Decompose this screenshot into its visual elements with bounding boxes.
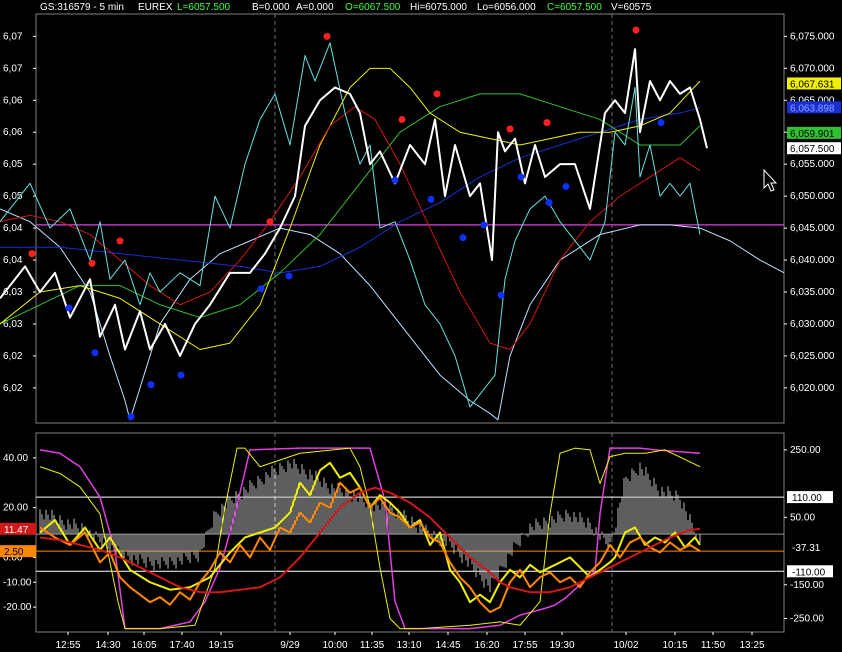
price-tick-label-left: 6,03: [3, 287, 23, 298]
time-tick-label: 10:00: [322, 640, 347, 651]
osc-tick-label-right: -150.00: [790, 580, 824, 591]
buy-signal-dot: [147, 381, 155, 389]
buy-signal-dot: [459, 234, 467, 242]
time-tick-label: 10/02: [613, 640, 638, 651]
osc-value-box-label: 11.47: [4, 525, 29, 536]
price-tick-label-left: 6,02: [3, 383, 23, 394]
oscillator-panel[interactable]: 40.0020.000.00-10.00-20.00250.0050.00-15…: [0, 432, 834, 633]
buy-signal-dot: [657, 119, 665, 127]
osc-value-box-label: 2.50: [4, 547, 24, 558]
buy-signal-dot: [65, 304, 73, 312]
sell-signal-dot: [266, 218, 274, 226]
buy-signal-dot: [427, 195, 435, 203]
price-series-red-ma: [0, 106, 701, 351]
buy-signal-dot: [545, 199, 553, 207]
osc-tick-label-left: -20.00: [3, 602, 32, 613]
time-tick-label: 9/29: [280, 640, 300, 651]
mouse-cursor-icon: [763, 168, 778, 192]
osc-tick-label-right: 50.00: [790, 512, 815, 523]
price-tick-label-left: 6,07: [3, 63, 23, 74]
sell-signal-dot: [398, 115, 406, 123]
sell-signal-dot: [543, 119, 551, 127]
price-tick-label-right: 6,035.000: [790, 287, 835, 298]
time-tick-label: 16:05: [131, 640, 156, 651]
sell-signal-dot: [632, 26, 640, 34]
time-tick-label: 17:55: [512, 640, 537, 651]
price-tick-label-right: 6,020.000: [790, 383, 835, 394]
time-tick-label: 11:50: [701, 640, 726, 651]
price-tick-label-left: 6,05: [3, 159, 23, 170]
price-panel[interactable]: 6,07 6,075.0006,07 6,070.0006,06 6,065.0006…: [0, 13, 841, 424]
time-axis: 12:55 14:30 16:05 17:40 19:15 9/29 10:00 11:35 1…: [55, 632, 765, 651]
price-box-label: 6,057.500: [790, 144, 835, 155]
osc-series-osc-yellow-thin: [39, 447, 701, 630]
sell-signal-dot: [28, 250, 36, 258]
price-tick-label-right: 6,070.000: [790, 63, 835, 74]
buy-signal-dot: [562, 183, 570, 191]
buy-signal-dot: [517, 173, 525, 181]
time-tick-label: 16:20: [474, 640, 499, 651]
osc-series-osc-magenta: [39, 447, 701, 630]
price-tick-label-left: 6,02: [3, 351, 23, 362]
price-tick-label-left: 6,04: [3, 223, 23, 234]
price-box-label: 6,059.901: [790, 129, 835, 140]
price-tick-label-right: 6,030.000: [790, 319, 835, 330]
price-box-label: 6,067.631: [790, 79, 835, 90]
time-tick-label: 17:40: [169, 640, 194, 651]
price-tick-label-right: 6,050.000: [790, 191, 835, 202]
price-box-label: 6,063.898: [790, 103, 835, 114]
time-tick-label: 19:30: [549, 640, 574, 651]
time-tick-label: 10:15: [662, 640, 687, 651]
sell-signal-dot: [433, 90, 441, 98]
price-tick-label-right: 6,045.000: [790, 223, 835, 234]
buy-signal-dot: [391, 176, 399, 184]
osc-tick-label-left: 40.00: [3, 453, 28, 464]
price-tick-label-right: 6,025.000: [790, 351, 835, 362]
price-series-price: [0, 48, 708, 357]
osc-value-box-label: -37.31: [792, 543, 821, 554]
buy-signal-dot: [127, 413, 135, 421]
osc-tick-label-left: 20.00: [3, 503, 28, 514]
buy-signal-dot: [177, 371, 185, 379]
osc-tick-label-right: 250.00: [790, 445, 821, 456]
osc-tick-label-right: -250.00: [790, 614, 824, 625]
time-tick-label: 13:25: [739, 640, 764, 651]
buy-signal-dot: [257, 285, 265, 293]
sell-signal-dot: [506, 125, 514, 133]
osc-series-osc-orange: [39, 481, 701, 614]
buy-signal-dot: [497, 291, 505, 299]
price-tick-label-right: 6,055.000: [790, 159, 835, 170]
sell-signal-dot: [323, 32, 331, 40]
time-tick-label: 13:10: [396, 640, 421, 651]
buy-signal-dot: [91, 349, 99, 357]
time-tick-label: 12:55: [55, 640, 80, 651]
buy-signal-dot: [480, 221, 488, 229]
time-tick-label: 14:30: [95, 640, 120, 651]
sell-signal-dot: [88, 259, 96, 267]
time-tick-label: 11:35: [360, 640, 385, 651]
osc-value-box-label: -110.00: [792, 567, 826, 578]
osc-value-box-label: 110.00: [792, 493, 822, 504]
price-tick-label-right: 6,040.000: [790, 255, 835, 266]
sell-signal-dot: [116, 237, 124, 245]
price-tick-label-left: 6,06: [3, 95, 23, 106]
osc-tick-label-left: -10.00: [3, 577, 32, 588]
time-tick-label: 19:15: [208, 640, 233, 651]
buy-signal-dot: [285, 272, 293, 280]
price-tick-label-right: 6,075.000: [790, 31, 835, 42]
price-tick-label-left: 6,04: [3, 255, 23, 266]
price-tick-label-left: 6,06: [3, 127, 23, 138]
price-tick-label-left: 6,07: [3, 31, 23, 42]
time-tick-label: 14:45: [435, 640, 460, 651]
chart-canvas[interactable]: 6,07 6,075.0006,07 6,070.0006,06 6,065.0006…: [0, 0, 842, 652]
